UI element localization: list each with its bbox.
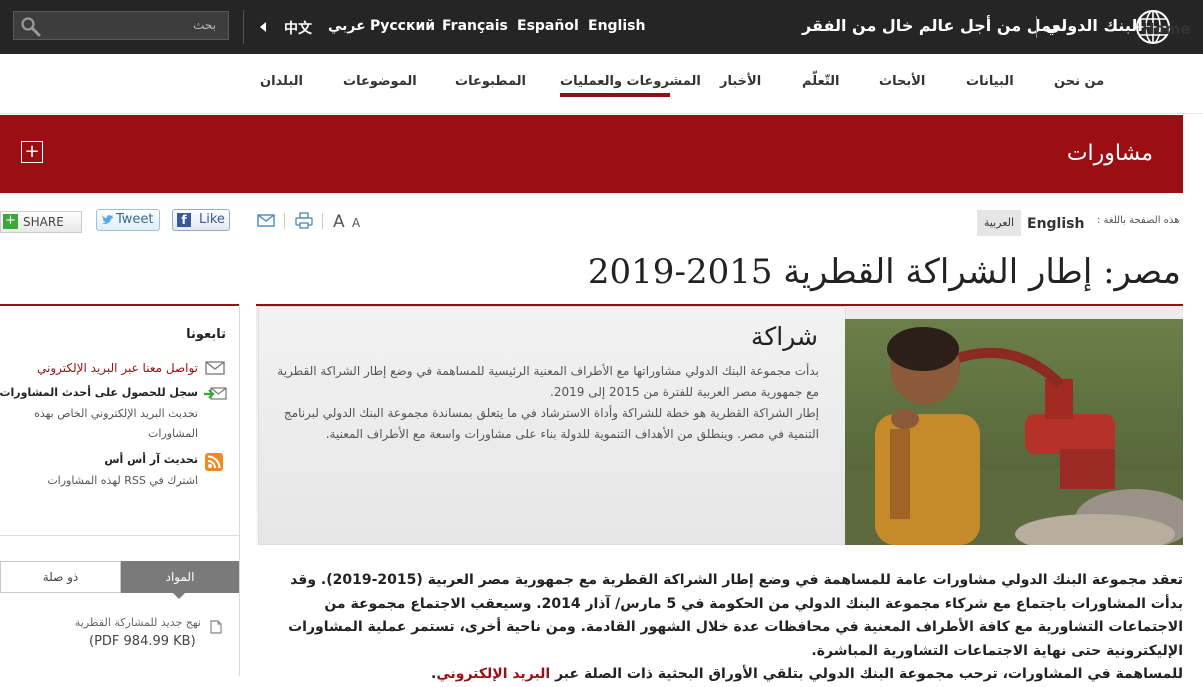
email-contact-link[interactable]: تواصل معنا عبر البريد الإلكتروني xyxy=(37,361,198,375)
expand-button[interactable]: + xyxy=(21,141,43,163)
nav-about[interactable]: من نحن xyxy=(1054,74,1104,89)
page-language-label: هذه الصفحة باللغة : xyxy=(1097,215,1180,226)
sidebar-border xyxy=(239,304,240,676)
search-icon[interactable] xyxy=(20,16,42,38)
section-banner xyxy=(0,115,1183,193)
font-decrease-button[interactable]: A xyxy=(352,216,360,230)
email-subscribe-icon xyxy=(204,387,227,400)
facebook-icon: f xyxy=(177,213,191,227)
lang-chinese[interactable]: 中文 xyxy=(284,18,312,38)
lang-russian[interactable]: Русский xyxy=(370,18,435,34)
nav-countries[interactable]: البلدان xyxy=(260,74,303,89)
lang-arabic[interactable]: عربي xyxy=(328,18,366,34)
tab-related[interactable]: ذو صلة xyxy=(0,561,121,593)
nav-home[interactable]: Home xyxy=(1142,20,1191,38)
nav-active-indicator xyxy=(560,93,670,97)
rss-icon xyxy=(205,453,223,471)
tweet-label: Tweet xyxy=(116,212,154,227)
search-input[interactable]: بحث xyxy=(13,11,229,40)
document-icon xyxy=(210,620,222,634)
hero-paragraph: إطار الشراكة القطرية هو خطة للشراكة وأدا… xyxy=(283,406,819,441)
brand-name[interactable]: البنك الدولي xyxy=(1045,16,1143,35)
hero-paragraph: بدأت مجموعة البنك الدولي مشاوراتها مع ال… xyxy=(277,364,819,399)
slogan: نعمل من أجل عالم خال من الفقر xyxy=(802,16,1067,35)
nav-topics[interactable]: الموضوعات xyxy=(343,74,417,89)
signup-desc-line: المشاورات xyxy=(148,427,198,440)
article-paragraph: تعقد مجموعة البنك الدولي مشاورات عامة لل… xyxy=(288,572,1183,659)
tweet-button[interactable]: Tweet xyxy=(96,209,160,231)
tab-active-arrow xyxy=(173,593,185,599)
nav-news[interactable]: الأخبار xyxy=(720,74,761,89)
sidebar-top-rule xyxy=(0,304,240,306)
email-icon[interactable] xyxy=(257,214,275,227)
tab-materials[interactable]: المواد xyxy=(121,561,239,593)
share-button[interactable]: + SHARE xyxy=(0,211,82,233)
article-body: تعقد مجموعة البنك الدولي مشاورات عامة لل… xyxy=(256,569,1183,687)
print-icon[interactable] xyxy=(295,212,313,229)
nav-publications[interactable]: المطبوعات xyxy=(455,74,526,89)
hero-description: بدأت مجموعة البنك الدولي مشاوراتها مع ال… xyxy=(276,361,819,445)
page-lang-arabic[interactable]: العربية xyxy=(977,210,1021,236)
page-title: مصر: إطار الشراكة القطرية 2015-2019 xyxy=(587,252,1181,292)
article-paragraph: للمساهمة في المشاورات، ترحب مجموعة البنك… xyxy=(256,663,1183,687)
envelope-icon xyxy=(205,361,225,375)
twitter-bird-icon xyxy=(102,215,114,224)
tool-divider xyxy=(322,213,323,229)
page-lang-english[interactable]: English xyxy=(1027,216,1084,232)
font-increase-button[interactable]: A xyxy=(333,212,345,232)
search-placeholder: بحث xyxy=(193,18,216,32)
lang-english[interactable]: English xyxy=(588,18,645,34)
document-title[interactable]: نهج جديد للمشاركة القطرية xyxy=(70,616,201,629)
hero-photo xyxy=(845,319,1183,545)
nav-learning[interactable]: التّعلّم xyxy=(802,74,839,89)
tool-divider xyxy=(284,213,285,229)
signup-link[interactable]: سجل للحصول على أحدث المشاورات xyxy=(0,386,198,399)
document-size[interactable]: (PDF 984.99 KB) xyxy=(89,634,196,649)
rss-desc: اشترك في RSS لهذه المشاورات xyxy=(47,474,198,487)
language-arrow-icon[interactable] xyxy=(260,22,266,32)
email-submit-link[interactable]: البريد الإلكتروني xyxy=(436,666,550,682)
banner-title: مشاورات xyxy=(1066,141,1153,166)
nav-projects[interactable]: المشروعات والعمليات xyxy=(560,74,701,89)
nav-research[interactable]: الأبحاث xyxy=(879,74,925,89)
article-paragraph-text: للمساهمة في المشاورات، ترحب مجموعة البنك… xyxy=(550,666,1183,682)
signup-desc-line: تحديث البريد الإلكتروني الخاص بهذه xyxy=(34,407,198,420)
share-label: SHARE xyxy=(23,215,64,229)
hero-heading: شراكة xyxy=(751,322,818,351)
follow-heading: تابعونا xyxy=(186,327,226,342)
nav-data[interactable]: البيانات xyxy=(966,74,1014,89)
lang-french[interactable]: Français xyxy=(442,18,508,34)
top-divider xyxy=(243,10,244,44)
like-label: Like xyxy=(199,212,225,227)
rss-link[interactable]: تحديث آر أس أس xyxy=(104,453,198,466)
brand-divider xyxy=(1036,16,1037,38)
facebook-like-button[interactable]: f Like xyxy=(172,209,230,231)
lang-spanish[interactable]: Español xyxy=(517,18,579,34)
sidebar-divider xyxy=(0,535,239,536)
plus-icon: + xyxy=(3,214,18,229)
